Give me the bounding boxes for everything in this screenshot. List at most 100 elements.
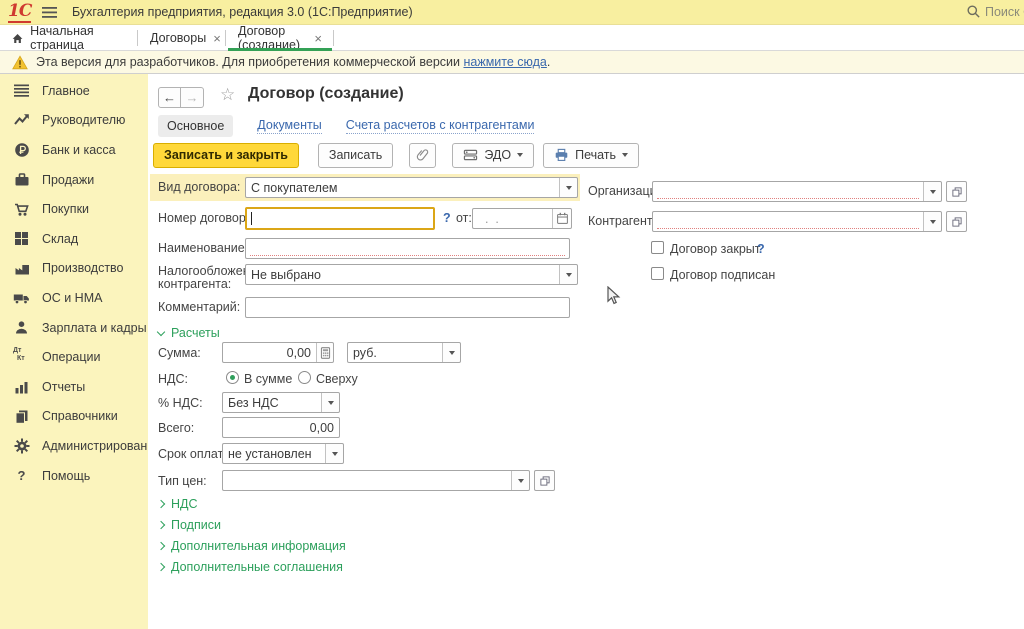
- counterparty-open-button[interactable]: [946, 211, 967, 232]
- sidebar-item-pokupki[interactable]: Покупки: [0, 194, 148, 224]
- chevron-right-icon: [157, 500, 165, 508]
- tax-combobox[interactable]: Не выбрано: [245, 264, 578, 285]
- dropdown-button[interactable]: [923, 182, 941, 201]
- sidebar-label: Склад: [42, 232, 78, 246]
- vat-on-top-label[interactable]: Сверху: [316, 372, 358, 386]
- open-link-icon: [951, 216, 963, 228]
- mouse-cursor: [606, 286, 623, 308]
- section-podpisi[interactable]: Подписи: [158, 518, 221, 532]
- sidebar-item-os-i-nma[interactable]: ОС и НМА: [0, 283, 148, 313]
- total-input[interactable]: 0,00: [222, 417, 340, 438]
- section-dop-informaciya[interactable]: Дополнительная информация: [158, 539, 346, 553]
- vat-in-sum-label[interactable]: В сумме: [244, 372, 292, 386]
- dev-version-banner: Эта версия для разработчиков. Для приобр…: [0, 51, 1024, 74]
- print-button[interactable]: Печать: [543, 143, 639, 168]
- sidebar-item-rukovoditelyu[interactable]: Руководителю: [0, 106, 148, 136]
- sidebar-item-prodazhi[interactable]: Продажи: [0, 165, 148, 195]
- close-icon[interactable]: ×: [314, 32, 322, 45]
- price-type-combobox[interactable]: [222, 470, 530, 491]
- sidebar-item-zarplata-i-kadry[interactable]: Зарплата и кадры: [0, 313, 148, 343]
- sidebar-item-bank-i-kassa[interactable]: Банк и касса: [0, 135, 148, 165]
- organization-open-button[interactable]: [946, 181, 967, 202]
- sidebar-label: Операции: [42, 350, 100, 364]
- due-combobox[interactable]: не установлен: [222, 443, 344, 464]
- nav-dokumenty[interactable]: Документы: [257, 118, 321, 134]
- contract-name-input[interactable]: [245, 238, 570, 259]
- comment-input[interactable]: [245, 297, 570, 318]
- save-close-button[interactable]: Записать и закрыть: [153, 143, 299, 168]
- counterparty-combobox[interactable]: [652, 211, 942, 232]
- number-help-icon[interactable]: ?: [443, 211, 451, 225]
- sidebar-item-operacii[interactable]: Дт Кт Операции: [0, 342, 148, 372]
- section-raschety[interactable]: Расчеты: [158, 326, 220, 340]
- dropdown-button[interactable]: [559, 265, 577, 284]
- save-button[interactable]: Записать: [318, 143, 393, 168]
- sidebar-label: ОС и НМА: [42, 291, 102, 305]
- chevron-right-icon: [157, 521, 165, 529]
- sidebar-item-pomosch[interactable]: ? Помощь: [0, 461, 148, 491]
- banner-link[interactable]: нажмите сюда: [463, 55, 546, 69]
- dropdown-button[interactable]: [511, 471, 529, 490]
- calendar-icon: [556, 212, 569, 225]
- section-nds[interactable]: НДС: [158, 497, 198, 511]
- open-link-icon: [539, 475, 551, 487]
- comment-label: Комментарий:: [158, 300, 240, 314]
- chevron-down-icon: [518, 479, 524, 483]
- calendar-button[interactable]: [552, 209, 571, 228]
- app-window: 1С Бухгалтерия предприятия, редакция 3.0…: [0, 0, 1024, 629]
- calculator-button[interactable]: [316, 343, 333, 362]
- chevron-down-icon: [566, 186, 572, 190]
- contract-signed-checkbox[interactable]: [651, 267, 664, 280]
- edo-button[interactable]: ЭДО: [452, 143, 534, 168]
- forward-button[interactable]: →: [181, 87, 204, 108]
- tab-dogovory[interactable]: Договоры ×: [138, 26, 226, 50]
- required-marker: [657, 198, 919, 199]
- sidebar-item-glavnoe[interactable]: Главное: [0, 76, 148, 106]
- sidebar-item-sklad[interactable]: Склад: [0, 224, 148, 254]
- vat-rate-combobox[interactable]: Без НДС: [222, 392, 340, 413]
- back-button[interactable]: ←: [158, 87, 181, 108]
- tab-dogovor-create[interactable]: Договор (создание) ×: [226, 26, 334, 50]
- tab-home[interactable]: Начальная страница: [0, 26, 138, 50]
- sidebar-item-otchety[interactable]: Отчеты: [0, 372, 148, 402]
- attachments-button[interactable]: [409, 143, 436, 168]
- chevron-down-icon: [157, 327, 165, 335]
- contract-closed-checkbox[interactable]: [651, 241, 664, 254]
- kind-combobox[interactable]: С покупателем: [245, 177, 578, 198]
- kind-label: Вид договора:: [158, 180, 240, 194]
- currency-combobox[interactable]: руб.: [347, 342, 461, 363]
- sidebar-label: Зарплата и кадры: [42, 321, 147, 335]
- nav-scheta-raschetov[interactable]: Счета расчетов с контрагентами: [346, 118, 535, 134]
- dropdown-button[interactable]: [321, 393, 339, 412]
- sidebar: Главное Руководителю Банк и касса Продаж…: [0, 74, 148, 629]
- closed-help-icon[interactable]: ?: [757, 242, 765, 256]
- contract-date-input[interactable]: . .: [472, 208, 572, 229]
- vat-on-top-radio[interactable]: [298, 371, 311, 384]
- sidebar-item-administrirovanie[interactable]: Администрирование: [0, 431, 148, 461]
- global-search[interactable]: Поиск Ct: [966, 4, 1024, 19]
- contract-number-input[interactable]: [245, 207, 435, 230]
- sidebar-item-proizvodstvo[interactable]: Производство: [0, 254, 148, 284]
- sidebar-item-spravochniki[interactable]: Справочники: [0, 402, 148, 432]
- sum-input[interactable]: 0,00: [222, 342, 334, 363]
- close-icon[interactable]: ×: [213, 32, 221, 45]
- nav-osnovnoe[interactable]: Основное: [158, 115, 233, 137]
- organization-combobox[interactable]: [652, 181, 942, 202]
- dropdown-button[interactable]: [442, 343, 460, 362]
- section-dop-soglasheniya[interactable]: Дополнительные соглашения: [158, 560, 343, 574]
- 1c-logo[interactable]: 1С: [8, 2, 31, 23]
- favorite-star-icon[interactable]: ☆: [220, 85, 235, 105]
- sidebar-label: Главное: [42, 84, 90, 98]
- person-icon: [13, 319, 30, 336]
- truck-icon: [13, 289, 30, 306]
- search-label: Поиск Ct: [985, 5, 1024, 19]
- dropdown-button[interactable]: [923, 212, 941, 231]
- price-type-open-button[interactable]: [534, 470, 555, 491]
- contract-closed-label[interactable]: Договор закрыт: [670, 242, 761, 256]
- main-menu-icon[interactable]: [42, 6, 57, 22]
- contract-signed-label[interactable]: Договор подписан: [670, 268, 775, 282]
- vat-in-sum-radio[interactable]: [226, 371, 239, 384]
- dropdown-button[interactable]: [559, 178, 577, 197]
- dropdown-button[interactable]: [325, 444, 343, 463]
- sidebar-label: Справочники: [42, 409, 118, 423]
